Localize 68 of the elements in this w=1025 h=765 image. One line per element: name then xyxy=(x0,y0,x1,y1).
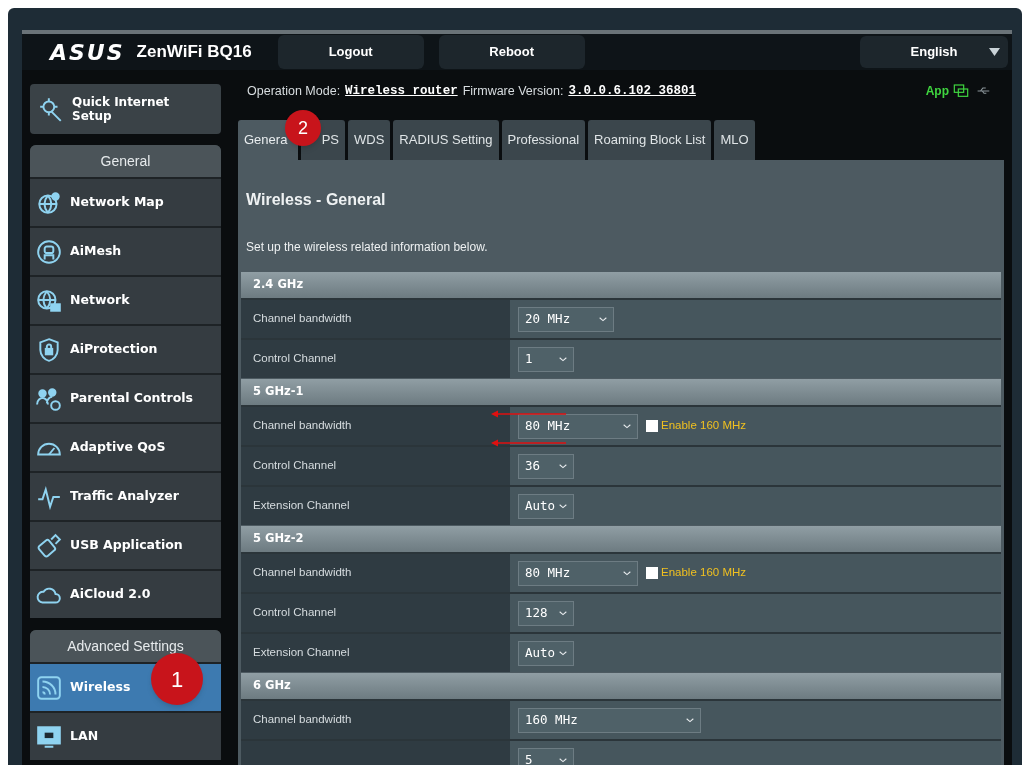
label-cell: Control Channel xyxy=(241,447,510,485)
sidebar-item[interactable]: Parental Controls xyxy=(30,373,221,422)
section-header: 5 GHz-1 xyxy=(241,379,1001,405)
wifi-icon xyxy=(36,674,62,701)
language-dropdown[interactable]: English xyxy=(860,36,1008,68)
robot-icon xyxy=(36,238,62,265)
section-header: 2.4 GHz xyxy=(241,272,1001,298)
sidebar-item[interactable]: Adaptive QoS xyxy=(30,422,221,471)
dropdown[interactable]: Auto xyxy=(518,640,574,666)
gear-wand-icon xyxy=(38,96,64,122)
section-header: 5 GHz-2 xyxy=(241,526,1001,552)
checkbox[interactable] xyxy=(646,567,658,579)
dropdown[interactable]: Auto xyxy=(518,493,574,519)
sidebar-item[interactable]: AiMesh xyxy=(30,226,221,275)
app-link[interactable]: App xyxy=(925,82,949,100)
checkbox-label: Enable 160 MHz xyxy=(661,565,747,581)
dropdown[interactable]: 36 xyxy=(518,453,574,479)
devices-icon xyxy=(953,83,969,99)
monitor-icon xyxy=(36,723,62,750)
globe-icon xyxy=(36,189,62,216)
sidebar-item[interactable]: Network xyxy=(30,275,221,324)
quick-setup-button[interactable]: Quick Internet Setup xyxy=(30,84,221,134)
tab[interactable]: Roaming Block List xyxy=(588,120,712,160)
page-title: Wireless - General xyxy=(246,190,387,210)
firmware-label: Firmware Version: xyxy=(462,82,564,100)
tab[interactable]: RADIUS Setting xyxy=(393,120,499,160)
label-cell: Channel bandwidth xyxy=(241,407,510,445)
operation-mode-link[interactable]: Wireless router xyxy=(345,81,458,101)
tab[interactable]: MLO xyxy=(714,120,755,160)
checkbox[interactable] xyxy=(646,420,658,432)
label-cell: Channel bandwidth xyxy=(241,701,510,739)
dropdown[interactable]: 5 xyxy=(518,747,574,765)
tab[interactable]: Professional xyxy=(501,120,586,160)
checkbox-label: Enable 160 MHz xyxy=(661,418,747,434)
globe-icon xyxy=(36,287,62,314)
sidebar-item[interactable]: USB Application xyxy=(30,520,221,569)
caret-icon xyxy=(989,48,1000,56)
label-cell: Extension Channel xyxy=(241,487,510,525)
logo: ASUS xyxy=(50,38,125,67)
shield-lock-icon xyxy=(36,336,62,363)
label-cell: Control Channel xyxy=(241,340,510,378)
label-cell: Control Channel xyxy=(241,594,510,632)
dropdown[interactable]: 160 MHz xyxy=(518,707,701,733)
dropdown[interactable]: 1 xyxy=(518,346,574,372)
section-heading: Advanced Settings xyxy=(30,630,221,662)
header-button[interactable]: Reboot xyxy=(438,35,585,69)
label-cell: Extension Channel xyxy=(241,634,510,672)
label-cell: Channel bandwidth xyxy=(241,300,510,338)
firmware-link[interactable]: 3.0.0.6.102_36801 xyxy=(568,81,696,101)
sidebar-item[interactable]: AiProtection xyxy=(30,324,221,373)
dropdown[interactable]: 80 MHz xyxy=(518,413,638,439)
people-icon xyxy=(36,385,62,412)
section-header: 6 GHz xyxy=(241,673,1001,699)
tab[interactable]: WDS xyxy=(348,120,391,160)
sidebar-item[interactable]: Network Map xyxy=(30,177,221,226)
header-button[interactable]: Logout xyxy=(277,35,424,69)
label-cell: Channel bandwidth xyxy=(241,554,510,592)
usb-drive-icon xyxy=(36,532,62,559)
sidebar-item[interactable]: Traffic Analyzer xyxy=(30,471,221,520)
operation-mode-label: Operation Mode: xyxy=(247,82,341,100)
dropdown[interactable]: 20 MHz xyxy=(518,306,614,332)
product-name: ZenWiFi BQ16 xyxy=(136,41,252,64)
section-heading: General xyxy=(30,145,221,177)
dropdown[interactable]: 128 xyxy=(518,600,574,626)
description: Set up the wireless related information below. xyxy=(246,239,489,256)
dropdown[interactable]: 80 MHz xyxy=(518,560,638,586)
sidebar-item[interactable]: LAN xyxy=(30,711,221,760)
sidebar-item[interactable]: AiCloud 2.0 xyxy=(30,569,221,618)
